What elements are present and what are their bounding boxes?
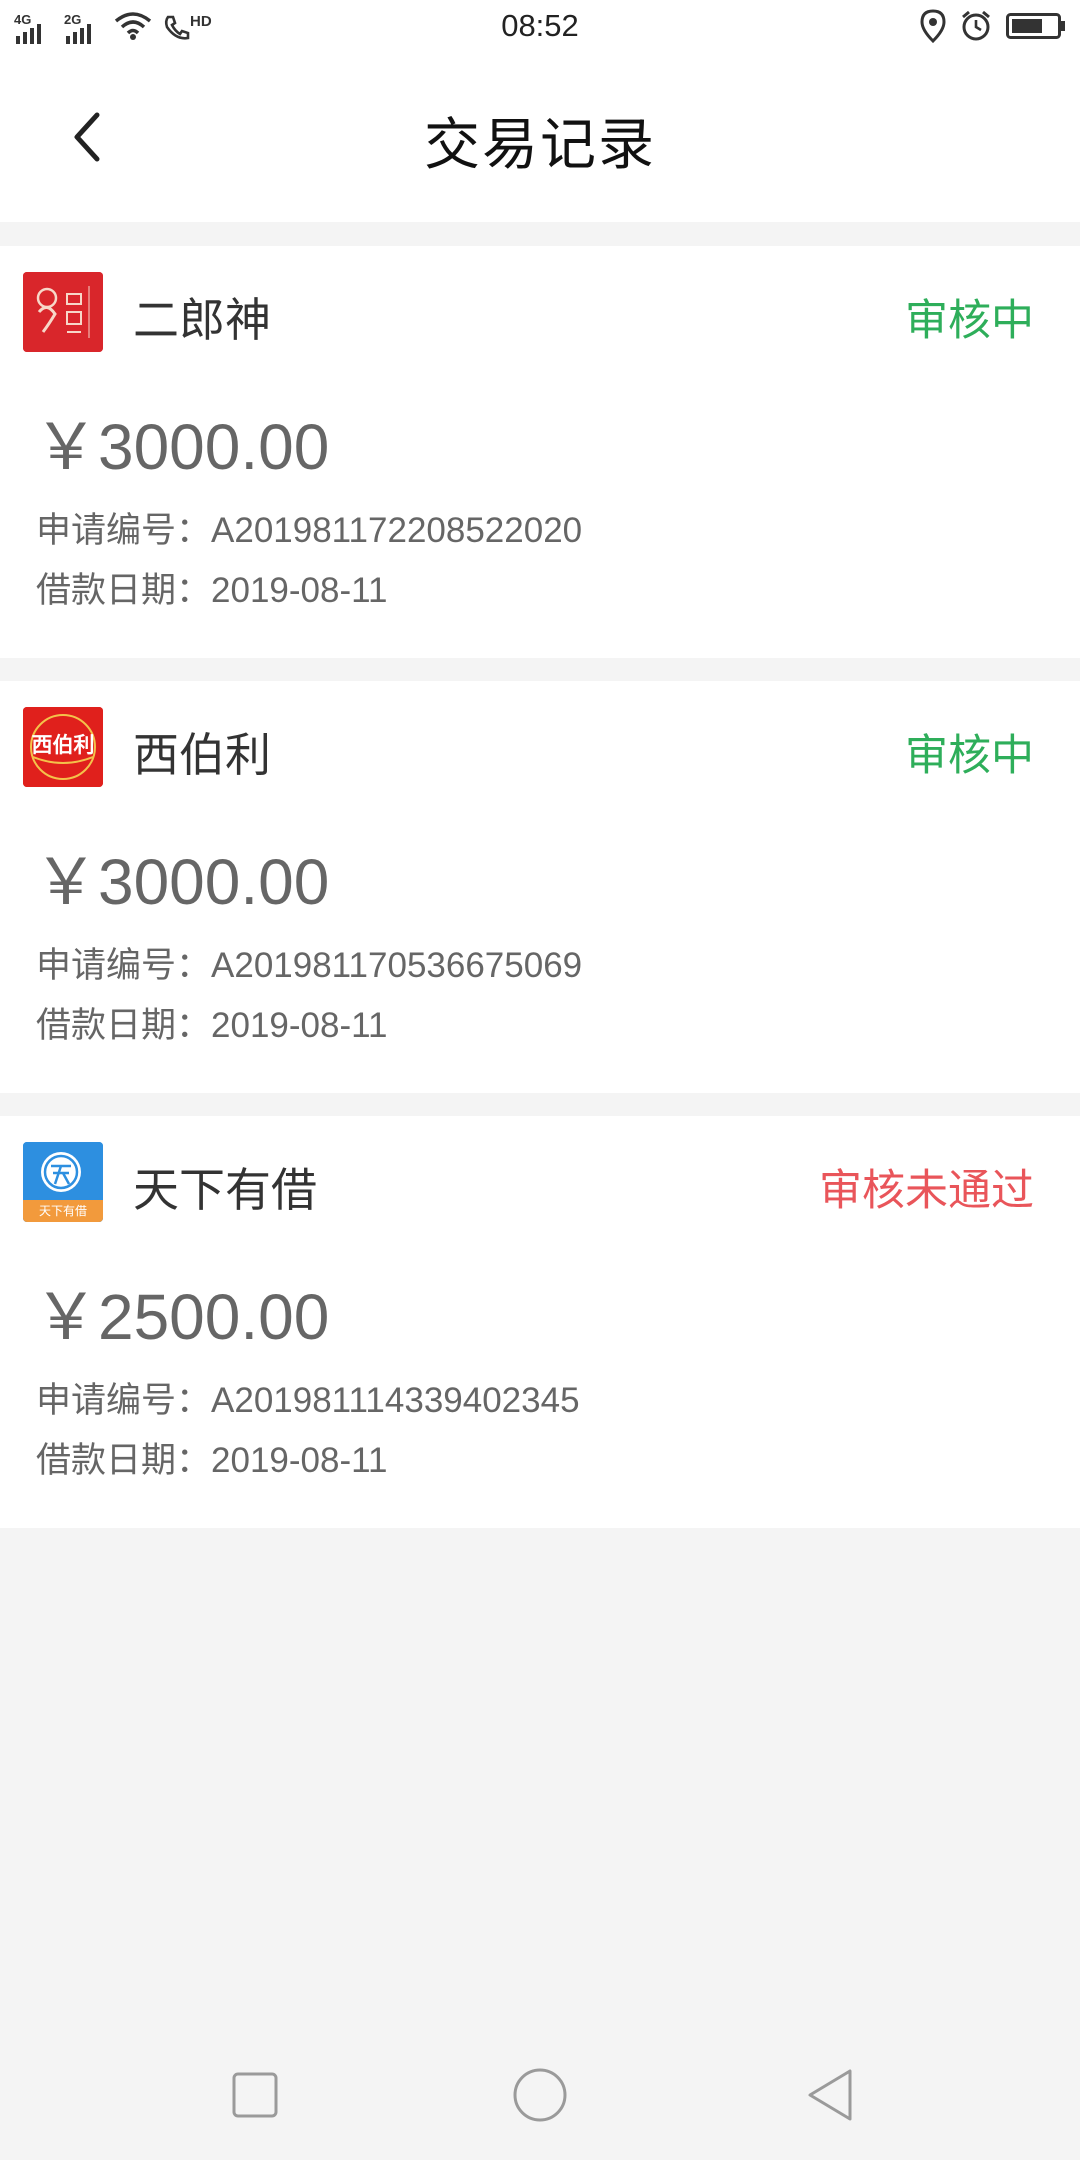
square-icon <box>232 2072 278 2118</box>
loan-date: 2019-08-11 <box>211 571 388 610</box>
loan-date-label: 借款日期： <box>36 571 212 611</box>
application-number-row: 申请编号：A201981172208522020 <box>36 502 582 553</box>
triangle-back-icon <box>808 2069 852 2121</box>
loan-date-label: 借款日期： <box>36 1441 212 1481</box>
system-nav-bar <box>0 2030 1080 2160</box>
battery-icon <box>1006 12 1066 44</box>
app-name: 二郎神 <box>133 293 271 347</box>
circle-icon <box>513 2068 567 2122</box>
app-logo-xiboli: 西伯利 <box>23 707 103 787</box>
loan-date-label: 借款日期： <box>36 1006 212 1046</box>
loan-date: 2019-08-11 <box>211 1006 388 1045</box>
status-badge: 审核中 <box>905 296 1034 346</box>
application-number: A201981114339402345 <box>211 1381 580 1420</box>
application-number-label: 申请编号： <box>36 1381 212 1421</box>
amount: ￥3000.00 <box>34 411 330 483</box>
application-number: A201981172208522020 <box>211 511 583 550</box>
back-nav-button[interactable] <box>795 2060 865 2130</box>
app-name: 西伯利 <box>133 728 271 782</box>
loan-date-row: 借款日期：2019-08-11 <box>36 997 387 1048</box>
amount: ￥3000.00 <box>34 846 330 918</box>
status-time: 08:52 <box>501 8 579 43</box>
status-badge: 审核中 <box>905 731 1034 781</box>
header: 交易记录 <box>0 56 1080 222</box>
status-right <box>920 9 1066 47</box>
loan-date-row: 借款日期：2019-08-11 <box>36 562 387 613</box>
status-bar: 4G 2G HD 08:52 <box>0 0 1080 56</box>
status-badge: 审核未通过 <box>819 1166 1034 1216</box>
application-number-row: 申请编号：A201981170536675069 <box>36 937 582 988</box>
logo-text: 西伯利 <box>31 733 95 757</box>
app-logo-erlangshen <box>23 272 103 352</box>
transaction-card[interactable]: 二郎神 审核中 ￥3000.00 申请编号：A20198117220852202… <box>0 246 1080 658</box>
loan-date-row: 借款日期：2019-08-11 <box>36 1432 387 1483</box>
recent-apps-button[interactable] <box>220 2060 290 2130</box>
home-button[interactable] <box>505 2060 575 2130</box>
application-number-label: 申请编号： <box>36 946 212 986</box>
transaction-card[interactable]: 天下有借 天下有借 审核未通过 ￥2500.00 申请编号：A201981114… <box>0 1116 1080 1528</box>
amount: ￥2500.00 <box>34 1281 330 1353</box>
loan-date: 2019-08-11 <box>211 1441 388 1480</box>
logo-text: 天下有借 <box>38 1204 87 1218</box>
application-number-label: 申请编号： <box>36 511 212 551</box>
app-logo-tianxiayoujie: 天下有借 <box>23 1142 103 1222</box>
app-name: 天下有借 <box>133 1163 317 1217</box>
page-title: 交易记录 <box>424 113 656 178</box>
alarm-icon <box>960 10 992 46</box>
transaction-card[interactable]: 西伯利 西伯利 审核中 ￥3000.00 申请编号：A2019811705366… <box>0 681 1080 1093</box>
application-number: A201981170536675069 <box>211 946 583 985</box>
location-icon <box>920 9 946 47</box>
application-number-row: 申请编号：A201981114339402345 <box>36 1372 580 1423</box>
